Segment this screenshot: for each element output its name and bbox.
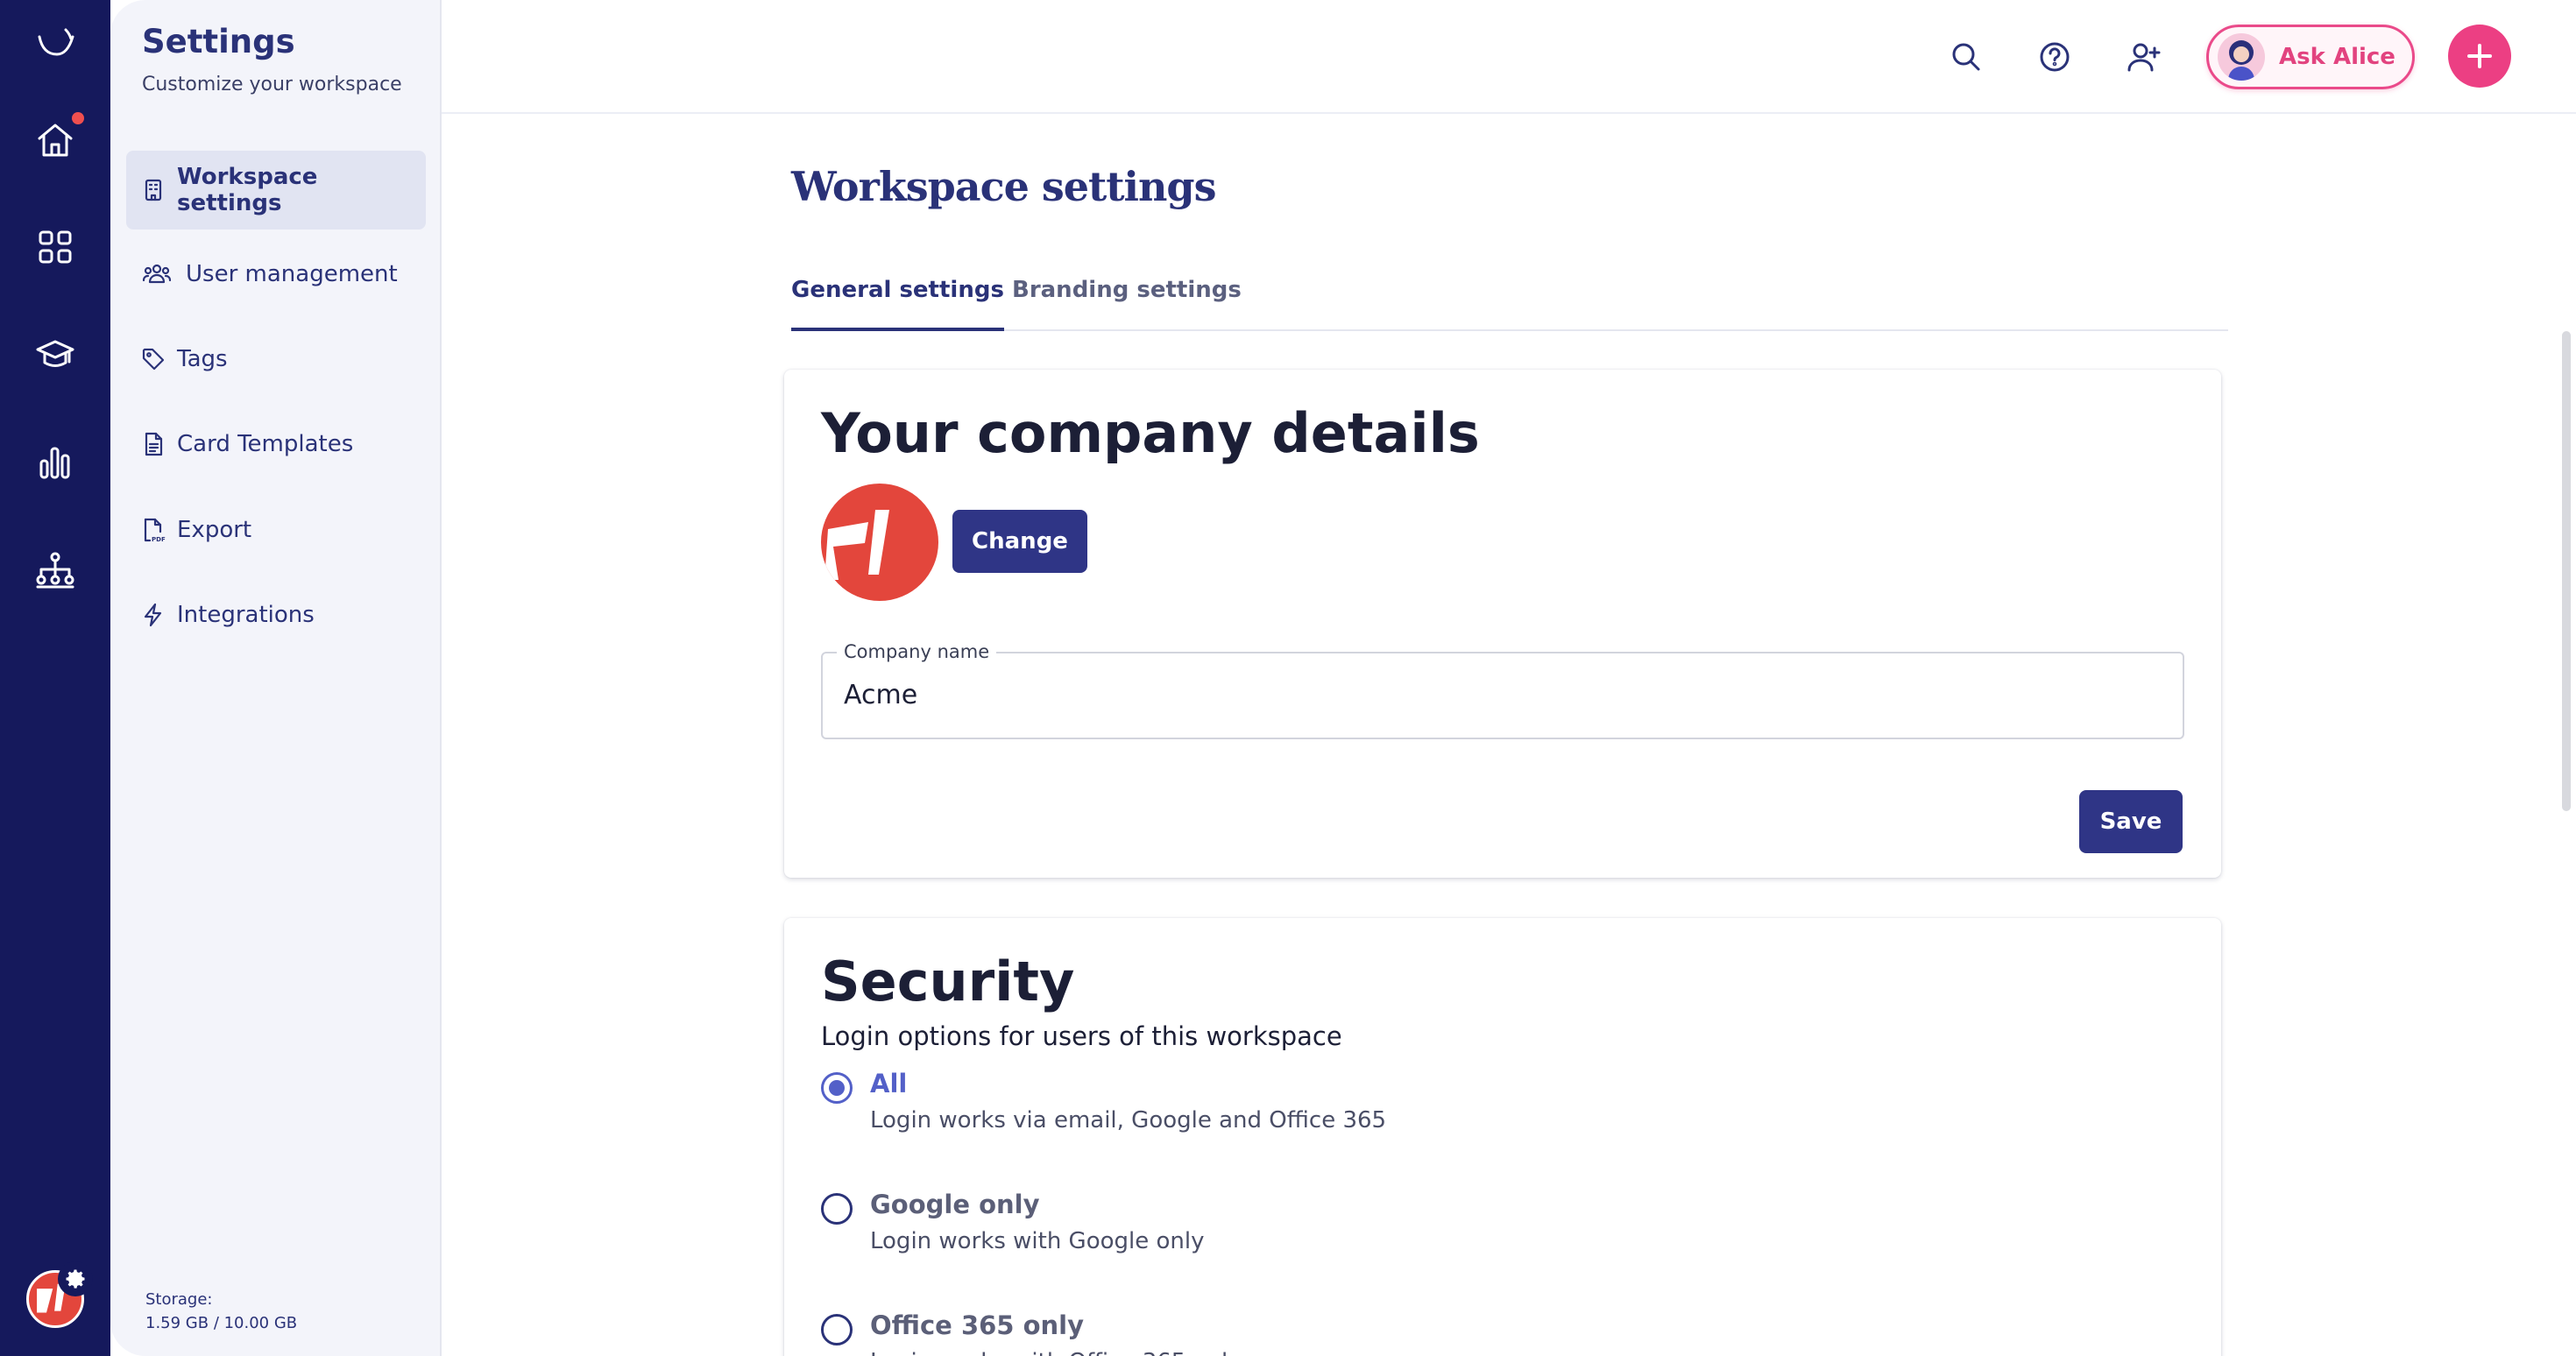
- top-bar: Ask Alice: [442, 0, 2576, 114]
- sidebar-item-user-management[interactable]: User management: [126, 235, 426, 314]
- sidebar-item-card-templates[interactable]: Card Templates: [126, 405, 426, 484]
- ask-alice-button[interactable]: Ask Alice: [2206, 25, 2415, 89]
- sidebar-item-integrations[interactable]: Integrations: [126, 576, 426, 654]
- login-option-description: Login works via email, Google and Office…: [870, 1107, 1387, 1134]
- radio-button[interactable]: [821, 1193, 853, 1225]
- document-icon: [140, 431, 166, 457]
- gear-icon[interactable]: [58, 1261, 93, 1296]
- sidebar-item-label: Card Templates: [177, 431, 354, 457]
- svg-text:PDF: PDF: [152, 536, 166, 543]
- graduation-cap-icon[interactable]: [29, 328, 81, 381]
- change-logo-button[interactable]: Change: [952, 510, 1087, 573]
- radio-button-checked[interactable]: [821, 1072, 853, 1104]
- org-chart-icon[interactable]: [29, 543, 81, 596]
- app-rail: [0, 0, 110, 1356]
- create-plus-button[interactable]: [2448, 25, 2511, 88]
- login-option-title: All: [870, 1069, 908, 1098]
- page-title: Workspace settings: [791, 163, 1216, 210]
- building-icon: [140, 177, 166, 203]
- tab-branding-settings[interactable]: Branding settings: [1012, 277, 1242, 331]
- sidebar-item-label: User management: [186, 261, 398, 287]
- company-name-label: Company name: [837, 641, 997, 662]
- lightning-icon: [140, 602, 166, 628]
- sidebar-item-export[interactable]: PDF Export: [126, 491, 426, 569]
- sidebar-subtitle: Customize your workspace: [142, 74, 402, 95]
- settings-sidebar: Settings Customize your workspace Worksp…: [110, 0, 442, 1356]
- security-card: Security Login options for users of this…: [784, 918, 2221, 1356]
- sidebar-item-label: Tags: [177, 346, 228, 372]
- company-details-heading: Your company details: [821, 401, 1480, 465]
- sidebar-item-label: Export: [177, 517, 252, 543]
- apps-grid-icon[interactable]: [29, 221, 81, 273]
- logo-icon[interactable]: [29, 19, 81, 72]
- sidebar-title: Settings: [142, 23, 295, 60]
- alice-avatar-icon: [2218, 33, 2265, 81]
- storage-info: Storage: 1.59 GB / 10.00 GB: [145, 1288, 297, 1335]
- login-option-title: Office 365 only: [870, 1310, 1084, 1340]
- sidebar-item-workspace-settings[interactable]: Workspace settings: [126, 151, 426, 230]
- security-subheading: Login options for users of this workspac…: [821, 1021, 1342, 1051]
- radio-button[interactable]: [821, 1314, 853, 1345]
- ask-alice-label: Ask Alice: [2279, 44, 2396, 70]
- tab-general-settings[interactable]: General settings: [791, 277, 1004, 331]
- storage-value: 1.59 GB / 10.00 GB: [145, 1314, 298, 1332]
- company-name-field[interactable]: Company name Acme: [821, 641, 2184, 739]
- bar-chart-icon[interactable]: [29, 436, 81, 489]
- users-icon: [140, 261, 175, 287]
- search-icon[interactable]: [1944, 35, 1988, 79]
- help-icon[interactable]: [2033, 35, 2077, 79]
- add-user-icon[interactable]: [2122, 35, 2166, 79]
- scrollbar[interactable]: [2562, 331, 2571, 811]
- login-option-title: Google only: [870, 1190, 1040, 1219]
- login-option-description: Login works with Office 365 only: [870, 1349, 1242, 1356]
- security-heading: Security: [821, 950, 1075, 1013]
- notification-dot: [72, 112, 84, 124]
- company-logo: [821, 484, 938, 601]
- company-details-card: Your company details Change Company name…: [784, 370, 2221, 878]
- sidebar-item-label: Integrations: [177, 602, 315, 628]
- save-button[interactable]: Save: [2079, 790, 2183, 853]
- sidebar-item-label: Workspace settings: [177, 164, 318, 216]
- settings-tabs: General settings Branding settings: [791, 263, 2228, 331]
- storage-label: Storage:: [145, 1290, 213, 1309]
- tag-icon: [140, 346, 166, 372]
- pdf-file-icon: PDF: [140, 517, 166, 543]
- sidebar-item-tags[interactable]: Tags: [126, 320, 426, 399]
- plus-icon: [2467, 44, 2492, 68]
- login-option-description: Login works with Google only: [870, 1228, 1205, 1254]
- company-name-value[interactable]: Acme: [844, 680, 917, 710]
